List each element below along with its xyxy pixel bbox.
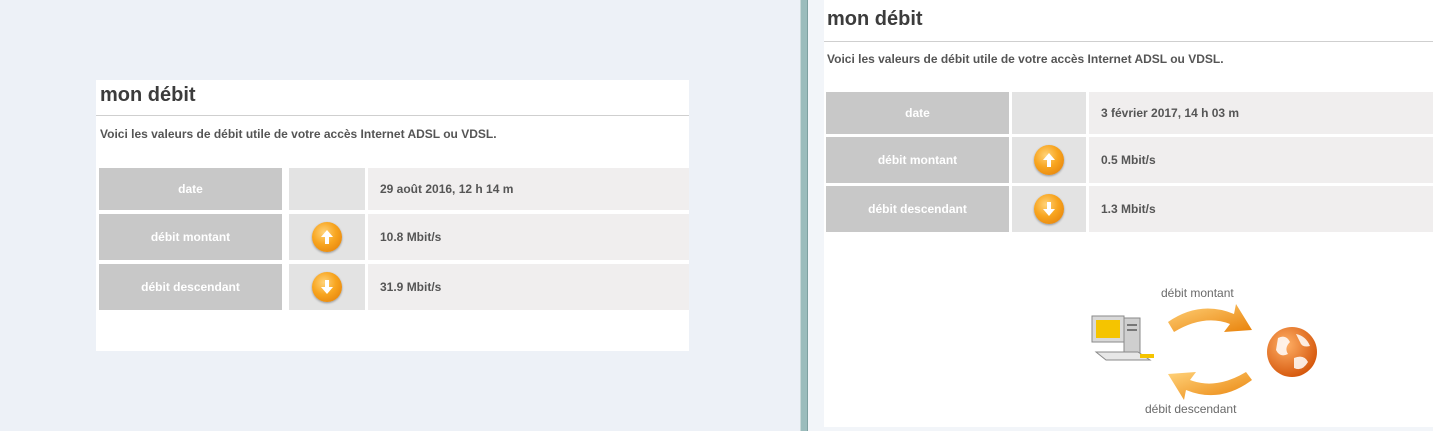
computer-icon (1091, 315, 1154, 361)
page-title: mon débit (827, 8, 923, 30)
row-value-upload: 10.8 Mbit/s (368, 214, 689, 260)
row-icon-cell-upload (289, 214, 365, 260)
row-value-download: 1.3 Mbit/s (1089, 186, 1433, 232)
row-value-date: 3 février 2017, 14 h 03 m (1089, 92, 1433, 134)
arrow-up-icon (1034, 145, 1064, 175)
page-title: mon débit (100, 84, 196, 106)
title-divider (96, 115, 689, 116)
row-label-upload: débit montant (826, 137, 1009, 183)
row-value-upload: 0.5 Mbit/s (1089, 137, 1433, 183)
row-label-download: débit descendant (826, 186, 1009, 232)
illustration-upload-label: débit montant (1161, 286, 1234, 300)
right-speed-panel: mon débit Voici les valeurs de débit uti… (824, 0, 1433, 427)
row-label-date: date (826, 92, 1009, 134)
illustration-download-label: débit descendant (1145, 402, 1237, 416)
window-splitter[interactable] (800, 0, 808, 431)
row-label-upload: débit montant (99, 214, 282, 260)
title-divider (824, 41, 1433, 42)
row-value-download: 31.9 Mbit/s (368, 264, 689, 310)
row-icon-cell-upload (1012, 137, 1086, 183)
row-label-download: débit descendant (99, 264, 282, 310)
row-icon-cell-date (1012, 92, 1086, 134)
globe-icon (1267, 327, 1317, 377)
row-icon-cell-date (289, 168, 365, 210)
arrow-down-icon (312, 272, 342, 302)
row-value-date: 29 août 2016, 12 h 14 m (368, 168, 689, 210)
arrow-down-icon (1034, 194, 1064, 224)
description-text: Voici les valeurs de débit utile de votr… (100, 127, 497, 141)
left-speed-panel: mon débit Voici les valeurs de débit uti… (96, 80, 689, 351)
arrow-up-icon (312, 222, 342, 252)
row-label-date: date (99, 168, 282, 210)
row-icon-cell-download (1012, 186, 1086, 232)
row-icon-cell-download (289, 264, 365, 310)
cycle-arrows-icon (1168, 304, 1252, 400)
description-text: Voici les valeurs de débit utile de votr… (827, 52, 1224, 66)
